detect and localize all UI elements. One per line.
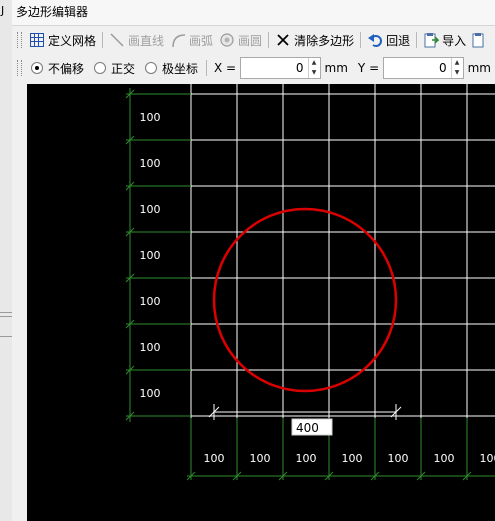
y-coordinate-input[interactable]: 0 ▲ ▼ [383, 57, 464, 79]
y-value: 0 [438, 61, 447, 75]
toolbar-grip[interactable] [17, 32, 22, 48]
strip-divider [0, 316, 12, 317]
x-unit: mm [324, 61, 348, 75]
window-title: 多边形编辑器 [12, 0, 495, 26]
no-offset-label: 不偏移 [47, 61, 84, 76]
draw-circle-label: 画圆 [238, 33, 263, 48]
x-spinner[interactable]: ▲ ▼ [307, 58, 320, 78]
row-dimension-label: 100 [140, 157, 161, 170]
toolbar-separator [360, 32, 362, 48]
spin-up-icon[interactable]: ▲ [452, 58, 463, 68]
export-icon [472, 32, 488, 48]
polygon-circle [212, 207, 398, 393]
export-button[interactable] [469, 29, 491, 51]
spin-down-icon[interactable]: ▼ [452, 68, 463, 78]
row-dimension-label: 100 [140, 203, 161, 216]
row-dimension-label: 100 [140, 249, 161, 262]
column-dimension-label: 100 [480, 452, 495, 465]
column-dimension-label: 100 [434, 452, 455, 465]
close-icon [275, 32, 291, 48]
line-icon [109, 32, 125, 48]
strip-divider [0, 312, 12, 313]
polar-radio[interactable]: 极坐标 [140, 60, 203, 77]
column-dimension-label: 100 [296, 452, 317, 465]
toolbar-separator [416, 32, 418, 48]
draw-line-label: 画直线 [128, 33, 165, 48]
orthogonal-label: 正交 [110, 61, 135, 76]
column-dimension-label: 100 [250, 452, 271, 465]
draw-arc-label: 画弧 [189, 33, 214, 48]
clear-polygon-label: 清除多边形 [294, 33, 355, 48]
draw-line-button[interactable]: 画直线 [106, 29, 167, 51]
y-label: Y = [357, 61, 380, 75]
clear-polygon-button[interactable]: 清除多边形 [272, 29, 357, 51]
spin-up-icon[interactable]: ▲ [309, 58, 320, 68]
drawing-canvas[interactable]: 100 100 100 100 100 100 100 100 100 100 100 100 100 1… [27, 84, 495, 521]
undo-label: 回退 [386, 33, 411, 48]
radio-selected-icon [30, 62, 43, 74]
toolbar-separator [268, 32, 270, 48]
orthogonal-radio[interactable]: 正交 [89, 60, 140, 77]
x-label: X = [213, 61, 237, 75]
x-value: 0 [295, 61, 304, 75]
column-dimension-label: 100 [388, 452, 409, 465]
no-offset-radio[interactable]: 不偏移 [26, 60, 89, 77]
draw-circle-button[interactable]: 画圆 [216, 29, 265, 51]
column-dimension-label: 100 [204, 452, 225, 465]
toolbar-grip[interactable] [17, 60, 22, 76]
strip-divider [0, 336, 12, 337]
row-dimension-label: 100 [140, 341, 161, 354]
circle-icon [219, 32, 235, 48]
undo-button[interactable]: 回退 [364, 29, 413, 51]
column-dimension-label: 100 [342, 452, 363, 465]
import-icon [423, 32, 440, 48]
define-grid-button[interactable]: 定义网格 [26, 29, 99, 51]
arc-icon [170, 32, 186, 48]
y-spinner[interactable]: ▲ ▼ [450, 58, 463, 78]
grid-drawing[interactable]: 100 100 100 100 100 100 100 100 100 100 100 100 100 1… [27, 84, 495, 521]
draw-arc-button[interactable]: 画弧 [167, 29, 216, 51]
toolbar-separator [205, 60, 207, 76]
import-label: 导入 [442, 33, 467, 48]
polygon-editor-window: 多边形编辑器 定义网格 画直线 画弧 画圆 清除多边形 回退 导入 不偏移 正交… [12, 0, 495, 521]
row-dimension-label: 100 [140, 111, 161, 124]
radio-icon [144, 62, 157, 74]
toolbar-separator [102, 32, 104, 48]
polar-label: 极坐标 [161, 61, 198, 76]
undo-icon [367, 32, 383, 48]
dimension-input-value: 400 [296, 421, 319, 435]
background-window-char: J [1, 4, 5, 17]
define-grid-label: 定义网格 [48, 33, 97, 48]
x-coordinate-input[interactable]: 0 ▲ ▼ [240, 57, 321, 79]
row-dimension-label: 100 [140, 295, 161, 308]
options-toolbar: 不偏移 正交 极坐标 X = 0 ▲ ▼ mm Y = 0 ▲ ▼ mm [12, 56, 495, 80]
import-button[interactable]: 导入 [420, 29, 469, 51]
grid-icon [29, 32, 45, 48]
main-toolbar: 定义网格 画直线 画弧 画圆 清除多边形 回退 导入 [12, 28, 495, 52]
row-dimension-label: 100 [140, 387, 161, 400]
spin-down-icon[interactable]: ▼ [309, 68, 320, 78]
y-unit: mm [467, 61, 491, 75]
radio-icon [93, 62, 106, 74]
